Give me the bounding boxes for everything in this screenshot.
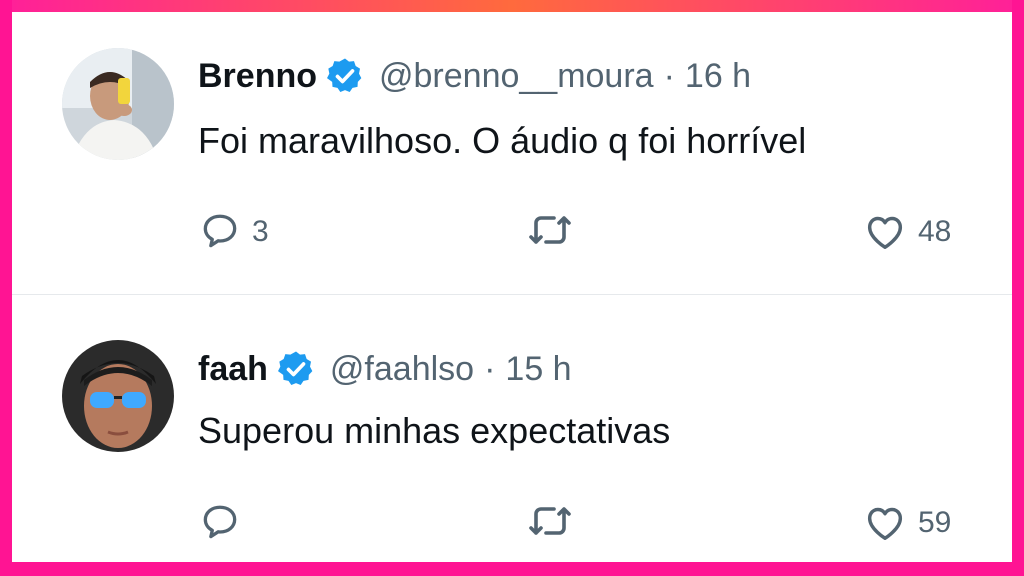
frame-left-border <box>0 0 12 576</box>
like-button[interactable]: 48 <box>862 210 951 254</box>
frame-right-border <box>1012 0 1024 576</box>
reply-button[interactable] <box>198 501 252 545</box>
heart-icon <box>862 499 908 548</box>
verified-badge-icon <box>325 56 365 96</box>
tweet-list-card: Brenno @brenno__moura · 16 h Foi maravil… <box>12 12 1012 562</box>
display-name[interactable]: Brenno <box>198 57 317 96</box>
tweet-actions: 3 48 <box>198 210 978 254</box>
separator-dot: · <box>484 349 496 388</box>
like-count: 59 <box>918 506 952 539</box>
tweet-header: faah @faahlso · 15 h <box>198 345 572 393</box>
reply-count: 3 <box>252 215 269 248</box>
retweet-button[interactable] <box>526 210 584 254</box>
display-name[interactable]: faah <box>198 350 268 389</box>
like-button[interactable]: 59 <box>862 501 951 545</box>
retweet-icon <box>526 499 574 548</box>
separator-dot: · <box>663 56 675 95</box>
retweet-icon <box>526 208 574 257</box>
tweet-text: Superou minhas expectativas <box>198 410 671 451</box>
frame-bottom-border <box>0 562 1024 576</box>
like-count: 48 <box>918 215 952 248</box>
reply-button[interactable]: 3 <box>198 210 269 254</box>
reply-icon <box>198 499 242 548</box>
tweet-header: Brenno @brenno__moura · 16 h <box>198 52 751 100</box>
reply-icon <box>198 208 242 257</box>
tweet-actions: 59 <box>198 501 978 545</box>
user-handle[interactable]: @brenno__moura <box>379 57 654 96</box>
verified-badge-icon <box>276 349 316 389</box>
avatar[interactable] <box>62 340 174 452</box>
avatar[interactable] <box>62 48 174 160</box>
heart-icon <box>862 208 908 257</box>
retweet-button[interactable] <box>526 501 584 545</box>
tweet[interactable]: faah @faahlso · 15 h Superou minhas expe… <box>12 295 1012 562</box>
tweet-text: Foi maravilhoso. O áudio q foi horrível <box>198 120 807 161</box>
user-handle[interactable]: @faahlso <box>330 350 474 389</box>
tweet[interactable]: Brenno @brenno__moura · 16 h Foi maravil… <box>12 12 1012 294</box>
timestamp[interactable]: 15 h <box>505 350 571 389</box>
timestamp[interactable]: 16 h <box>685 57 751 96</box>
